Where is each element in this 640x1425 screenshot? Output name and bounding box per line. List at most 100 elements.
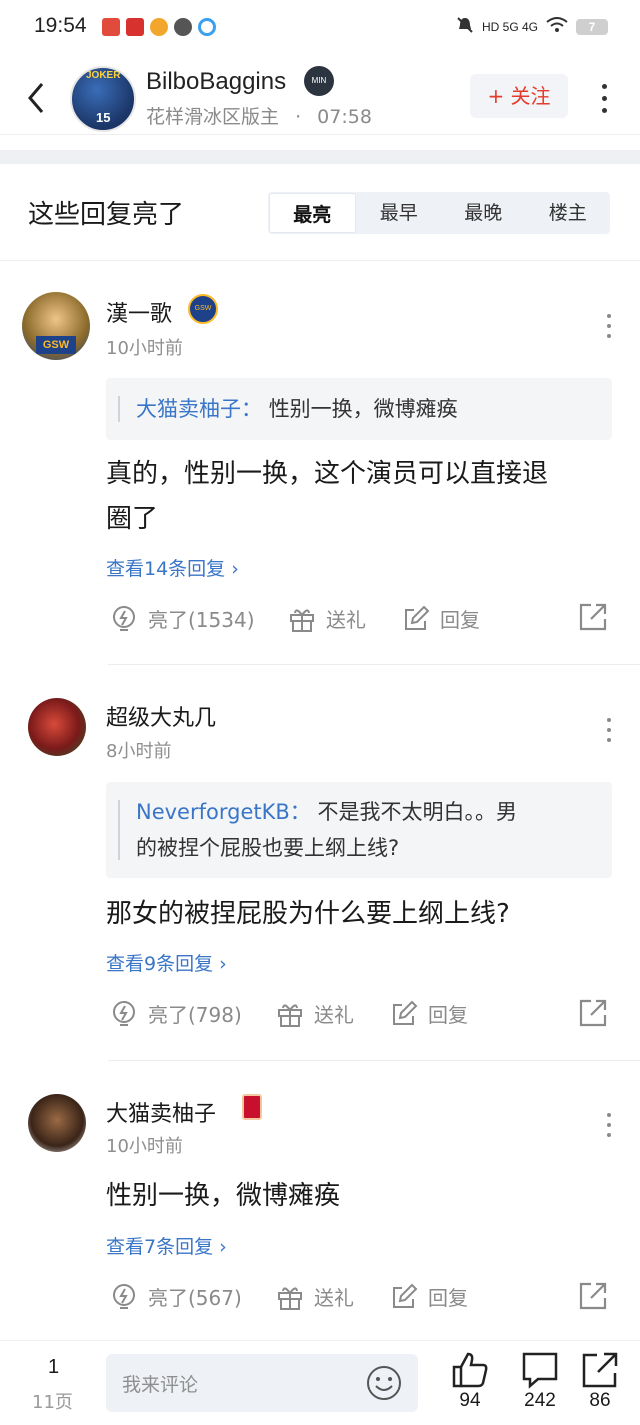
gift-label: 送礼 xyxy=(314,1003,354,1027)
chevron-right-icon: › xyxy=(231,558,239,580)
quote-author[interactable]: NeverforgetKB： xyxy=(136,800,311,824)
quoted-reply[interactable]: 大猫卖柚子： 性别一换，微博瘫痪 xyxy=(106,378,612,440)
comment-divider xyxy=(108,1060,640,1061)
share-icon xyxy=(579,999,607,1027)
back-button[interactable] xyxy=(22,78,52,118)
comment-author[interactable]: 大猫卖柚子 xyxy=(106,1096,216,1128)
comment-body-line: 真的，性别一换，这个演员可以直接退 xyxy=(106,459,549,489)
reply-label: 回复 xyxy=(428,1003,468,1027)
comment-body: 性别一换，微博瘫痪 xyxy=(106,1174,616,1219)
status-app-icons xyxy=(102,18,216,36)
page-total[interactable]: 11页 xyxy=(32,1388,73,1414)
gift-button[interactable]: 送礼 xyxy=(276,1282,354,1311)
lightbulb-icon xyxy=(113,1000,135,1026)
toutiao-app-icon xyxy=(102,18,120,36)
chevron-right-icon: › xyxy=(219,953,227,975)
lightbulb-icon xyxy=(113,1283,135,1309)
share-icon xyxy=(579,1282,607,1310)
quote-text: 性别一换，微博瘫痪 xyxy=(268,397,458,421)
share-button[interactable] xyxy=(578,602,608,636)
view-replies-link[interactable]: 查看9条回复 › xyxy=(106,949,227,976)
comment-input[interactable]: 我来评论 xyxy=(106,1354,418,1412)
more-vertical-icon xyxy=(604,1113,614,1137)
like-button[interactable]: 亮了(1534) xyxy=(110,604,255,633)
lightbulb-icon xyxy=(113,605,135,631)
tab-brightest[interactable]: 最亮 xyxy=(269,193,356,233)
reply-label: 回复 xyxy=(428,1286,468,1310)
more-options-button[interactable] xyxy=(594,78,614,118)
reply-button[interactable]: 回复 xyxy=(390,1282,468,1311)
post-comment-count: 242 xyxy=(524,1390,556,1411)
tab-earliest[interactable]: 最早 xyxy=(357,192,442,234)
like-count: 亮了(567) xyxy=(148,1286,242,1310)
weibo-app-icon xyxy=(150,18,168,36)
gift-label: 送礼 xyxy=(326,608,366,632)
comment-divider xyxy=(108,664,640,665)
author-role: 花样滑冰区版主 xyxy=(146,106,280,128)
avatar-text-joker: JOKER xyxy=(86,70,121,81)
comment-more-button[interactable] xyxy=(604,718,614,748)
comment-author[interactable]: 漢一歌 xyxy=(106,296,172,328)
gift-icon xyxy=(278,1003,302,1027)
quote-author[interactable]: 大猫卖柚子： xyxy=(136,397,262,421)
follow-button[interactable]: + 关注 xyxy=(470,74,568,118)
comment-body-line: 那女的被捏屁股为什么要上纲上线? xyxy=(106,899,510,929)
like-button[interactable]: 亮了(567) xyxy=(110,1282,242,1311)
view-replies-link[interactable]: 查看7条回复 › xyxy=(106,1232,227,1259)
like-button[interactable]: 亮了(798) xyxy=(110,999,242,1028)
reply-button[interactable]: 回复 xyxy=(402,604,480,633)
comment-placeholder: 我来评论 xyxy=(122,1374,199,1396)
share-icon xyxy=(582,1352,618,1388)
comment-avatar[interactable]: GSW xyxy=(22,292,90,360)
author-name[interactable]: BilboBaggins xyxy=(146,68,286,96)
post-time: 07:58 xyxy=(317,106,372,128)
subtitle-separator: · xyxy=(295,106,302,128)
author-badge: MIN xyxy=(304,66,334,96)
share-post-button[interactable]: 86 xyxy=(570,1350,630,1412)
reply-button[interactable]: 回复 xyxy=(390,999,468,1028)
gift-button[interactable]: 送礼 xyxy=(276,999,354,1028)
author-avatar[interactable]: JOKER 15 xyxy=(70,66,136,132)
comment-more-button[interactable] xyxy=(604,1113,614,1143)
quoted-reply[interactable]: NeverforgetKB： 不是我不太明白。。男 的被捏个屁股也要上纲上线? xyxy=(106,782,612,878)
section-title: 这些回复亮了 xyxy=(28,200,185,230)
share-button[interactable] xyxy=(578,998,608,1032)
comment-more-button[interactable] xyxy=(604,314,614,344)
section-divider xyxy=(0,260,640,261)
comment-avatar[interactable] xyxy=(28,698,86,756)
team-badge-icon: GSW xyxy=(188,294,218,324)
gift-icon xyxy=(278,1286,302,1310)
view-replies-link[interactable]: 查看14条回复 › xyxy=(106,554,239,581)
share-button[interactable] xyxy=(578,1281,608,1315)
gift-button[interactable]: 送礼 xyxy=(288,604,366,633)
caipiao-app-icon xyxy=(126,18,144,36)
quote-text: 不是我不太明白。。男 xyxy=(317,800,517,824)
comment-body-line: 性别一换，微博瘫痪 xyxy=(106,1181,341,1211)
tab-op[interactable]: 楼主 xyxy=(526,192,611,234)
more-vertical-icon xyxy=(604,718,614,742)
comment-body: 那女的被捏屁股为什么要上纲上线? xyxy=(106,892,616,937)
view-replies-label: 查看9条回复 xyxy=(106,953,214,975)
edit-icon xyxy=(405,605,430,630)
like-count: 亮了(1534) xyxy=(148,608,255,632)
compass-app-icon xyxy=(174,18,192,36)
like-post-button[interactable]: 94 xyxy=(440,1350,500,1412)
comment-time: 10小时前 xyxy=(106,338,183,359)
view-replies-label: 查看7条回复 xyxy=(106,1236,214,1258)
team-badge-icon xyxy=(242,1094,262,1120)
sort-tabs: 最亮 最早 最晚 楼主 xyxy=(268,192,610,234)
status-time: 19:54 xyxy=(34,14,87,37)
comment-icon xyxy=(522,1352,558,1389)
comment-avatar[interactable] xyxy=(28,1094,86,1152)
comment-time: 10小时前 xyxy=(106,1136,183,1157)
post-share-count: 86 xyxy=(589,1390,611,1411)
comment-body-line: 圈了 xyxy=(106,504,159,534)
more-vertical-icon xyxy=(604,314,614,338)
comments-button[interactable]: 242 xyxy=(510,1350,570,1412)
emoji-icon[interactable] xyxy=(366,1365,402,1401)
comment-author[interactable]: 超级大丸几 xyxy=(106,700,216,732)
page-current[interactable]: 1 xyxy=(48,1356,59,1379)
reply-label: 回复 xyxy=(440,608,480,632)
chevron-left-icon xyxy=(28,83,44,113)
tab-latest[interactable]: 最晚 xyxy=(441,192,526,234)
